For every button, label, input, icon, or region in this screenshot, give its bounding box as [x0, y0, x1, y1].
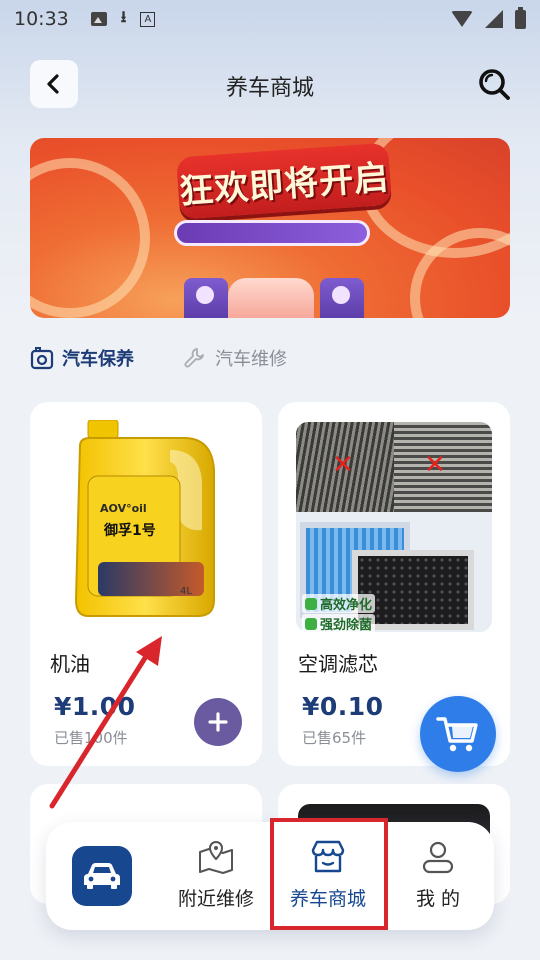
speaker-decoration — [184, 278, 228, 318]
product-price: ¥0.10 — [302, 692, 384, 721]
plus-icon — [208, 712, 228, 732]
wifi-icon — [451, 11, 473, 27]
product-sold-count: 已售65件 — [302, 729, 367, 747]
status-time: 10:33 — [14, 8, 69, 30]
oil-volume-label: 4L — [180, 586, 192, 597]
page-header: 养车商城 — [0, 58, 540, 110]
tab-car-maintenance[interactable]: 汽车保养 — [30, 342, 134, 374]
tab-car-maintenance-label: 汽车保养 — [62, 349, 134, 370]
nav-label: 养车商城 — [289, 888, 366, 910]
filter-feature-tag: 高效净化 — [302, 594, 376, 613]
nav-nearby-repair[interactable]: 附近维修 — [166, 838, 266, 918]
banner-title-plate: 狂欢即将开启 — [176, 142, 392, 220]
speaker-decoration — [320, 278, 364, 318]
tab-car-repair-label: 汽车维修 — [215, 349, 287, 370]
ac-filter-product-image: ✕ ✕ 高效净化 强劲除菌 — [296, 422, 492, 632]
store-icon — [311, 840, 345, 873]
map-pin-icon — [199, 840, 233, 874]
image-notification-icon — [90, 12, 107, 26]
tab-car-repair[interactable]: 汽车维修 — [183, 342, 287, 374]
cart-icon — [436, 717, 478, 752]
car-maintenance-icon — [30, 347, 54, 370]
oil-brand-label: AOV°oil — [100, 502, 147, 515]
product-price: ¥1.00 — [54, 692, 136, 721]
status-system-icons — [451, 6, 526, 29]
x-mark-icon: ✕ — [424, 450, 446, 480]
product-card-ac-filter[interactable]: ✕ ✕ 高效净化 强劲除菌 空调滤芯 ¥0.10 已售65件 — [278, 402, 510, 772]
page-title: 养车商城 — [225, 76, 314, 101]
banner-swirl-decoration — [30, 158, 150, 318]
bottom-navigation: 附近维修 养车商城 我 的 — [46, 822, 494, 930]
stage-decoration — [228, 278, 314, 318]
add-to-cart-button[interactable] — [194, 698, 242, 746]
signal-icon — [485, 10, 503, 28]
banner-headline: 狂欢即将开启 — [178, 157, 391, 212]
x-mark-icon: ✕ — [332, 450, 354, 480]
status-bar: 10:33 ⭳ A — [0, 0, 540, 38]
nav-label: 我 的 — [415, 888, 461, 910]
product-card-engine-oil[interactable]: AOV°oil 御孚1号 4L 机油 ¥1.00 已售100件 — [30, 402, 262, 766]
nav-car-mall[interactable]: 养车商城 — [278, 838, 378, 918]
oil-subtitle-label: 御孚1号 — [104, 523, 156, 539]
nav-home-button[interactable] — [72, 846, 132, 906]
nav-profile[interactable]: 我 的 — [388, 838, 488, 918]
banner-progress-bar — [174, 220, 370, 246]
search-button[interactable] — [476, 66, 512, 102]
nav-label: 附近维修 — [177, 888, 254, 910]
promo-banner[interactable]: 狂欢即将开启 — [30, 138, 510, 318]
product-name: 空调滤芯 — [298, 652, 378, 676]
car-icon — [84, 863, 120, 889]
battery-icon — [515, 6, 526, 29]
filter-feature-tag: 强劲除菌 — [302, 614, 376, 632]
search-icon — [479, 69, 510, 100]
product-sold-count: 已售100件 — [54, 729, 128, 747]
product-name: 机油 — [50, 652, 90, 676]
wrench-icon — [184, 348, 204, 368]
download-icon: ⭳ — [120, 6, 127, 26]
a-badge-icon: A — [140, 11, 156, 27]
cart-button[interactable] — [420, 696, 496, 772]
status-notification-icons: ⭳ A — [90, 6, 156, 33]
user-icon — [422, 841, 454, 874]
